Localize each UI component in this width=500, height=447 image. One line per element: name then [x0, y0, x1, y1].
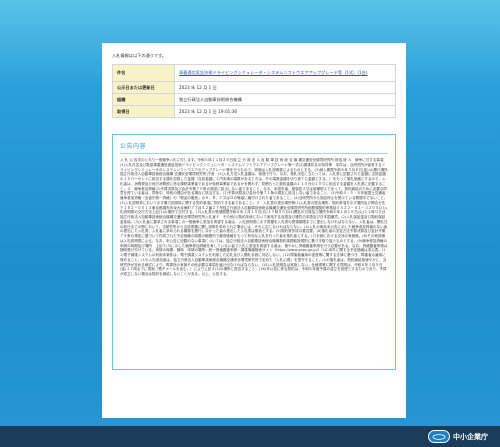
- row-label: 組織: [112, 93, 175, 106]
- row-label: 件名: [112, 64, 175, 82]
- row-label: 取得日: [112, 105, 175, 118]
- agency-name: 中小企業庁: [453, 432, 488, 441]
- bid-info-table: 件名 車載通信実証技術ドライビングシミュレータ・システムソフトウエアアップグレー…: [112, 64, 396, 118]
- row-value: 2023 年 12 月 1 日: [174, 81, 396, 94]
- row-value: 2023 年 12 月 1 日 19:01:36: [174, 105, 396, 118]
- footer-logo[interactable]: 中小企業庁: [428, 430, 488, 443]
- subject-link[interactable]: 車載通信実証技術ドライビングシミュレータ・システムソフトウエアアップグレード等（…: [179, 70, 391, 75]
- row-value: 車載通信実証技術ドライビングシミュレータ・システムソフトウエアアップグレード等（…: [174, 64, 396, 82]
- table-row-subject: 件名 車載通信実証技術ドライビングシミュレータ・システムソフトウエアアップグレー…: [112, 64, 396, 82]
- notice-section: 公告内容 入 札 公 告次のとおり一般競争入札に付します。令和５年１１月２９日独…: [112, 134, 396, 370]
- bid-info-card: 入札情報は以下の通りです。 件名 車載通信実証技術ドライビングシミュレータ・シス…: [102, 43, 406, 418]
- footer-bar: 中小企業庁: [0, 426, 500, 447]
- row-label: 公示日または更新日: [112, 81, 175, 94]
- table-row-acquired: 取得日 2023 年 12 月 1 日 19:01:36: [112, 105, 396, 118]
- table-row-organization: 組織 独立行政法人自動車技術総合機構: [112, 93, 396, 106]
- agency-logo-icon: [428, 430, 450, 443]
- notice-body: 入 札 公 告次のとおり一般競争入札に付します。令和５年１１月２９日独 立 行 …: [120, 158, 388, 276]
- row-value: 独立行政法人自動車技術総合機構: [174, 93, 396, 106]
- table-row-date: 公示日または更新日 2023 年 12 月 1 日: [112, 81, 396, 94]
- intro-text: 入札情報は以下の通りです。: [112, 53, 167, 58]
- notice-title: 公告内容: [120, 141, 388, 154]
